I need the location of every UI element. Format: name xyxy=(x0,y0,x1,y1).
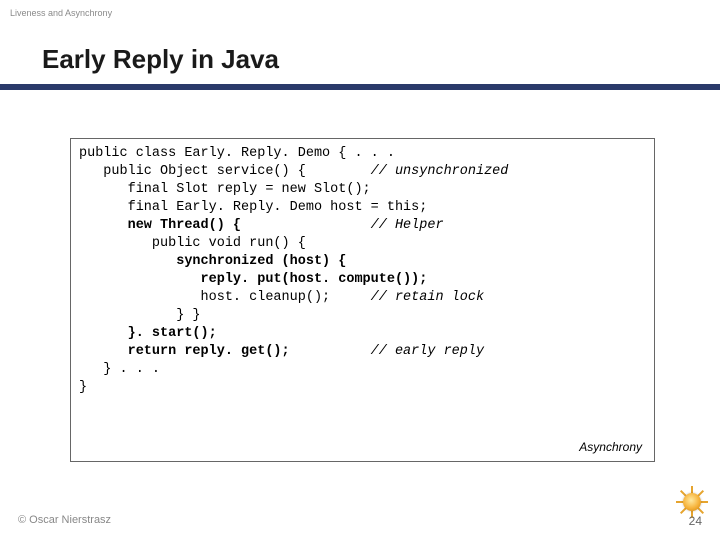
code-line: final Early. Reply. Demo host = this; xyxy=(79,199,646,217)
page-number: 24 xyxy=(689,514,702,528)
code-line: } xyxy=(79,379,646,397)
page-title: Early Reply in Java xyxy=(42,44,279,75)
code-line: public Object service() { // unsynchroni… xyxy=(79,163,646,181)
code-line: return reply. get(); // early reply xyxy=(79,343,646,361)
code-block: public class Early. Reply. Demo { . . . … xyxy=(70,138,655,462)
code-line: final Slot reply = new Slot(); xyxy=(79,181,646,199)
breadcrumb: Liveness and Asynchrony xyxy=(10,8,112,18)
title-rule xyxy=(0,84,720,90)
code-line: new Thread() { // Helper xyxy=(79,217,646,235)
code-line: public void run() { xyxy=(79,235,646,253)
code-line: public class Early. Reply. Demo { . . . xyxy=(79,145,646,163)
slide: Liveness and Asynchrony Early Reply in J… xyxy=(0,0,720,540)
category-tag: Asynchrony xyxy=(579,440,642,454)
code-line: synchronized (host) { xyxy=(79,253,646,271)
code-line: } } xyxy=(79,307,646,325)
code-line: host. cleanup(); // retain lock xyxy=(79,289,646,307)
code-line: }. start(); xyxy=(79,325,646,343)
sun-icon xyxy=(678,488,706,516)
copyright: © Oscar Nierstrasz xyxy=(18,514,111,526)
code-line: } . . . xyxy=(79,361,646,379)
code-line: reply. put(host. compute()); xyxy=(79,271,646,289)
